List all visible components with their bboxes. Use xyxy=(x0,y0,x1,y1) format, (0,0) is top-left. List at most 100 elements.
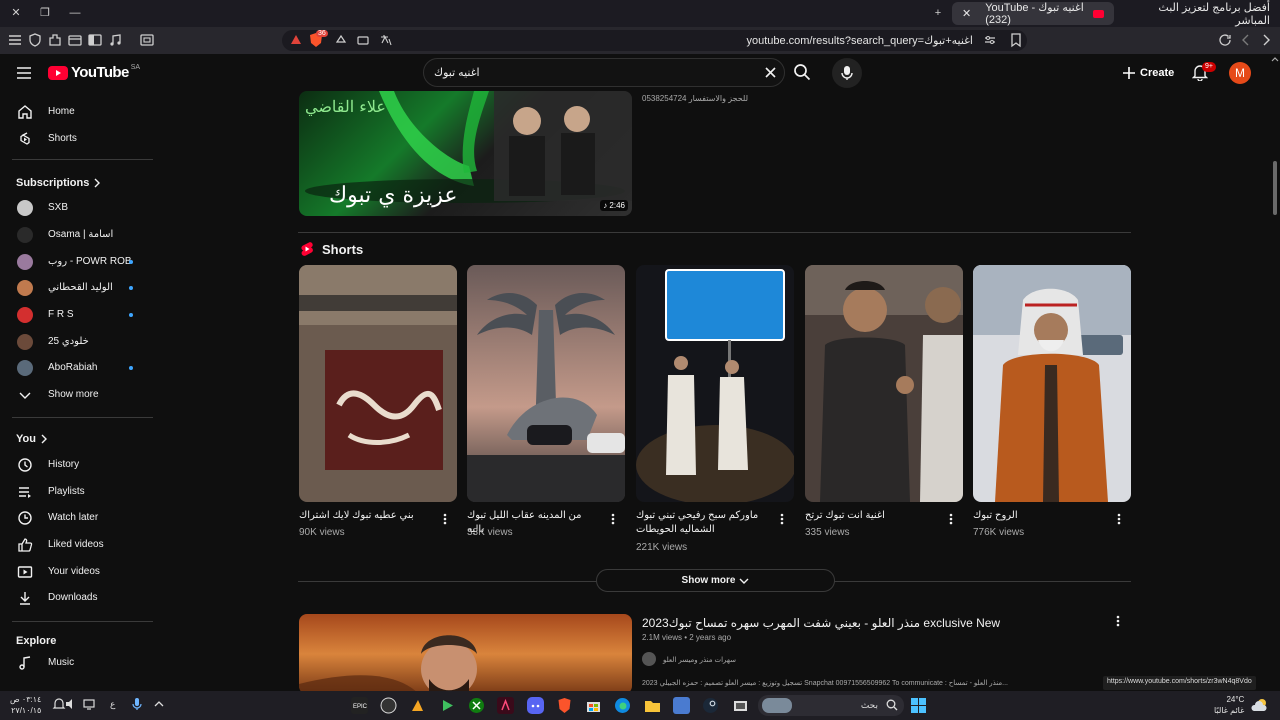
extensions-icon[interactable] xyxy=(47,32,63,48)
show-more-shorts-button[interactable]: Show more xyxy=(596,569,835,592)
bookmark-icon[interactable] xyxy=(1008,32,1024,48)
tab-youtube[interactable]: ✕ YouTube - اغنيه تبوك (232) xyxy=(952,2,1114,26)
brave-browser-icon[interactable] xyxy=(556,697,573,714)
subscription-item[interactable]: F R S xyxy=(0,302,155,328)
subscription-item[interactable]: SXB xyxy=(0,195,155,221)
tab-close-icon[interactable]: ✕ xyxy=(962,7,971,20)
short-title[interactable]: الروح تبوك xyxy=(973,509,1103,523)
sidebar-item-playlists[interactable]: Playlists xyxy=(0,479,155,505)
guide-menu-icon[interactable] xyxy=(16,65,32,81)
rewards-icon[interactable] xyxy=(334,33,348,47)
microphone-tray-icon[interactable] xyxy=(130,697,147,714)
screenshot-icon[interactable] xyxy=(139,32,155,48)
minimize-window-icon[interactable]: — xyxy=(68,6,82,20)
sidebar-item-downloads[interactable]: Downloads xyxy=(0,585,155,611)
youtube-logo[interactable]: YouTube SA xyxy=(48,64,140,81)
short-title[interactable]: ماوركم سبح رفيحي تبني تبوك الشماليه الحو… xyxy=(636,509,766,537)
back-icon[interactable] xyxy=(1258,32,1274,48)
steam-icon[interactable] xyxy=(702,697,719,714)
network-icon[interactable] xyxy=(82,697,99,714)
subscription-item[interactable]: Osama | اسامة xyxy=(0,222,155,248)
wallet-icon[interactable] xyxy=(67,32,83,48)
weather-temp: 24°C xyxy=(1226,695,1245,704)
sidebar-item-your-videos[interactable]: Your videos xyxy=(0,559,155,585)
more-actions-icon[interactable] xyxy=(1117,513,1121,525)
channel-avatar[interactable] xyxy=(642,652,656,666)
app-icon[interactable] xyxy=(673,697,690,714)
xbox-icon[interactable] xyxy=(468,697,485,714)
subscription-item[interactable]: الوليد القحطاني xyxy=(0,275,155,301)
subscription-item[interactable]: روب - POWR ROB xyxy=(0,249,155,275)
media-player-icon[interactable] xyxy=(439,697,456,714)
discord-icon[interactable] xyxy=(527,697,544,714)
restore-window-icon[interactable]: ❐ xyxy=(38,6,52,20)
sidebar-item-music[interactable]: Music xyxy=(0,650,155,676)
sidebar-toggle-icon[interactable] xyxy=(87,32,103,48)
address-bar[interactable]: 36 youtube.com/results?search_query=اغني… xyxy=(282,30,1027,51)
page-scrollbar[interactable] xyxy=(1270,54,1280,691)
vpn-icon[interactable] xyxy=(356,33,370,47)
subscription-item[interactable]: AboRabiah xyxy=(0,355,155,381)
tab-other[interactable]: أفضل برنامج لتعزيز البث المباشر xyxy=(1120,2,1280,27)
sidebar-item-watch-later[interactable]: Watch later xyxy=(0,505,155,531)
search-button[interactable] xyxy=(786,58,818,87)
music-note-icon[interactable] xyxy=(107,32,123,48)
more-actions-icon[interactable] xyxy=(1116,615,1120,627)
brave-warning-icon[interactable] xyxy=(289,33,303,47)
menu-icon[interactable] xyxy=(7,32,23,48)
file-explorer-icon[interactable] xyxy=(644,697,661,714)
windows-start-icon[interactable] xyxy=(910,697,927,714)
task-view-icon[interactable] xyxy=(732,697,749,714)
adobe-icon[interactable] xyxy=(497,697,514,714)
close-window-icon[interactable]: ✕ xyxy=(9,6,23,20)
app-icon[interactable] xyxy=(409,697,426,714)
weather-widget[interactable]: 24°C غائم غالبًا xyxy=(1214,694,1244,716)
you-heading[interactable]: You xyxy=(16,433,48,445)
sidebar-item-shorts[interactable]: Shorts xyxy=(0,126,155,152)
epic-games-icon[interactable]: EPIC xyxy=(351,697,368,714)
translate-icon[interactable] xyxy=(379,33,393,47)
reload-icon[interactable] xyxy=(1217,32,1233,48)
show-more-subscriptions[interactable]: Show more xyxy=(0,382,155,408)
volume-icon[interactable] xyxy=(64,697,81,714)
obs-icon[interactable] xyxy=(380,697,397,714)
scroll-up-icon[interactable] xyxy=(1271,56,1279,62)
short-title[interactable]: اغنية انت تبوك ترتح xyxy=(805,509,935,523)
video-title[interactable]: منذر العلو - بعيني شفت المهرب سهره تمساح… xyxy=(642,616,1000,630)
short-thumbnail[interactable] xyxy=(299,265,457,502)
create-button[interactable]: Create xyxy=(1122,61,1174,84)
search-input[interactable]: اغنيه تبوك xyxy=(423,58,785,87)
voice-search-button[interactable] xyxy=(832,58,862,88)
forward-icon[interactable] xyxy=(1238,32,1254,48)
input-language[interactable]: ع xyxy=(110,699,115,710)
more-actions-icon[interactable] xyxy=(611,513,615,525)
channel-name[interactable]: سهرات منذر وميسر العلو xyxy=(663,656,736,664)
edge-icon[interactable] xyxy=(614,697,631,714)
short-thumbnail[interactable] xyxy=(805,265,963,502)
chevron-up-icon[interactable] xyxy=(152,697,169,714)
taskbar-search[interactable]: بحث xyxy=(758,695,904,716)
subscription-item[interactable]: 25 خلودي xyxy=(0,329,155,355)
more-actions-icon[interactable] xyxy=(949,513,953,525)
short-thumbnail[interactable] xyxy=(467,265,625,502)
sidebar-item-history[interactable]: History xyxy=(0,452,155,478)
sidebar-item-liked-videos[interactable]: Liked videos xyxy=(0,532,155,558)
short-thumbnail[interactable] xyxy=(636,265,794,502)
short-title[interactable]: بني عطيه تبوك لايك اشتراك xyxy=(299,509,429,523)
brave-shields-icon[interactable]: 36 xyxy=(309,30,328,48)
more-actions-icon[interactable] xyxy=(780,513,784,525)
site-settings-icon[interactable] xyxy=(983,33,997,47)
shield-icon[interactable] xyxy=(27,32,43,48)
scrollbar-thumb[interactable] xyxy=(1273,161,1277,215)
store-icon[interactable] xyxy=(585,697,602,714)
short-thumbnail[interactable] xyxy=(973,265,1131,502)
more-actions-icon[interactable] xyxy=(443,513,447,525)
new-tab-icon[interactable]: + xyxy=(931,6,945,20)
sidebar-item-home[interactable]: Home xyxy=(0,99,155,125)
account-avatar[interactable]: M xyxy=(1229,62,1251,84)
subscriptions-heading[interactable]: Subscriptions xyxy=(16,177,101,189)
clock[interactable]: ٠٣:١٤ ص ٢٧/١٠/١٥ xyxy=(10,694,41,716)
video-thumbnail[interactable] xyxy=(299,614,632,694)
clear-search-icon[interactable] xyxy=(764,66,777,79)
video-thumbnail[interactable]: علاء القاضي عزيزة ي تبوك ♪ 2:46 xyxy=(299,91,632,216)
